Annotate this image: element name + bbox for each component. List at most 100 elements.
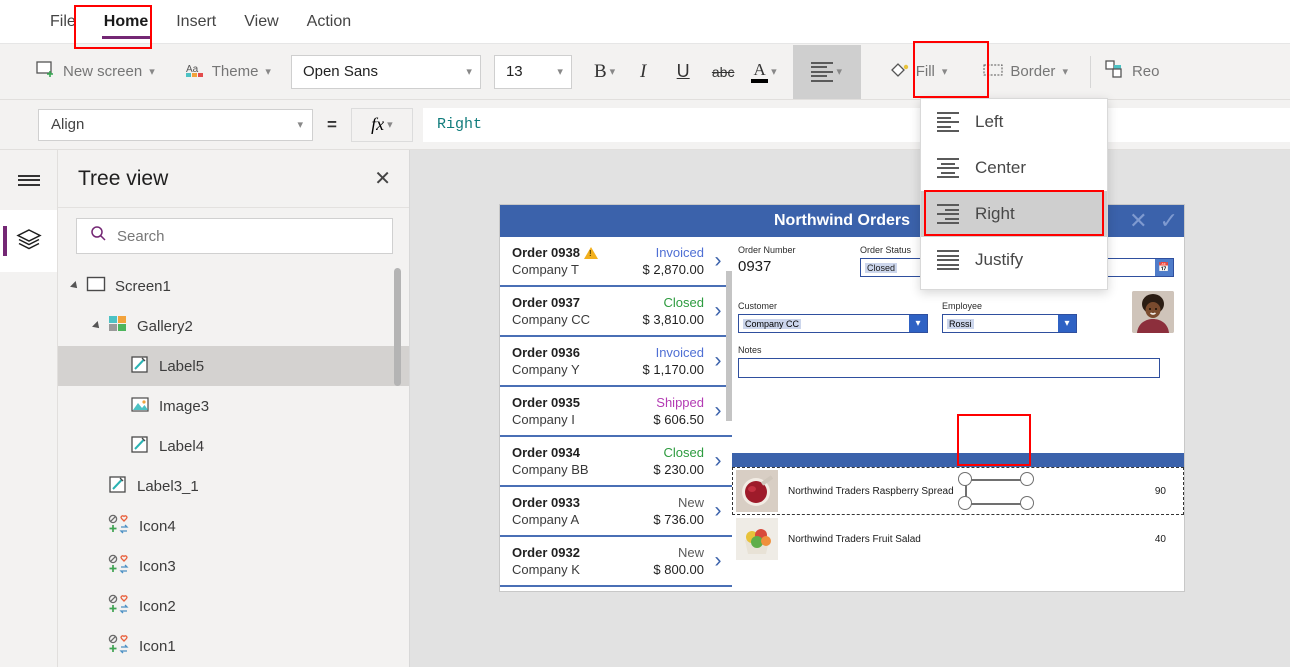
table-row[interactable]: Order 0935 Company I Shipped $ 606.50 › xyxy=(500,387,732,437)
font-color-button[interactable]: A ▾ xyxy=(743,52,785,92)
notes-input[interactable] xyxy=(738,358,1160,378)
chevron-right-icon[interactable]: › xyxy=(708,449,728,473)
align-option-left[interactable]: Left xyxy=(921,99,1107,145)
tree-node-image3[interactable]: Image3 xyxy=(58,386,409,426)
property-select[interactable]: Align ▾ xyxy=(38,108,313,141)
product-gallery-header xyxy=(732,453,1184,467)
calendar-icon[interactable]: 📅 xyxy=(1155,259,1173,276)
strikethrough-button[interactable]: abc xyxy=(703,52,743,92)
tree-view-rail-button[interactable] xyxy=(0,210,57,272)
table-row[interactable]: Order 0934 Company BB Closed $ 230.00 › xyxy=(500,437,732,487)
product-image xyxy=(736,470,778,512)
confirm-icon[interactable]: ✓ xyxy=(1160,210,1178,232)
resize-handle-bottom-left[interactable] xyxy=(958,496,972,510)
table-row[interactable]: Order 0933 Company A New $ 736.00 › xyxy=(500,487,732,537)
fx-button[interactable]: fx ▾ xyxy=(350,107,413,142)
fill-label: Fill xyxy=(915,63,935,80)
chevron-down-icon: ▾ xyxy=(1062,66,1068,78)
order-number: Order 0937 xyxy=(512,295,580,310)
text-align-button[interactable]: ▾ xyxy=(792,44,861,99)
tree-node-gallery2[interactable]: Gallery2 xyxy=(58,306,409,346)
chevron-right-icon[interactable]: › xyxy=(708,349,728,373)
new-screen-button[interactable]: New screen ▾ xyxy=(26,50,165,94)
tree-scrollbar-track[interactable] xyxy=(394,266,405,666)
theme-label: Theme xyxy=(211,63,259,80)
menu-item-insert[interactable]: Insert xyxy=(162,1,230,43)
align-option-right[interactable]: Right xyxy=(921,191,1107,237)
theme-icon: Aa xyxy=(185,61,205,83)
font-size-select[interactable]: 13 ▾ xyxy=(493,54,572,89)
resize-handle-bottom-right[interactable] xyxy=(1020,496,1034,510)
chevron-down-icon[interactable]: ▾ xyxy=(1058,315,1076,332)
align-option-center[interactable]: Center xyxy=(921,145,1107,191)
font-family-select[interactable]: Open Sans ▾ xyxy=(290,54,481,89)
order-company: Company I xyxy=(512,412,575,427)
list-item[interactable]: Northwind Traders Fruit Salad 40 xyxy=(732,515,1184,563)
employee-value: Rossi xyxy=(947,318,974,329)
tree-node-icon3[interactable]: Icon3 xyxy=(58,546,409,586)
customer-dropdown[interactable]: Company CC ▾ xyxy=(738,314,928,333)
order-amount: $ 800.00 xyxy=(653,562,704,577)
table-row[interactable]: Order 0936 Company Y Invoiced $ 1,170.00… xyxy=(500,337,732,387)
chevron-down-icon[interactable]: ▾ xyxy=(909,315,927,332)
order-number: Order 0932 xyxy=(512,545,580,560)
order-number-label: Order Number xyxy=(738,245,796,255)
chevron-right-icon[interactable]: › xyxy=(708,399,728,423)
order-amount: $ 2,870.00 xyxy=(642,262,704,277)
chevron-right-icon[interactable]: › xyxy=(708,549,728,573)
tree-node-icon1[interactable]: Icon1 xyxy=(58,626,409,666)
chevron-right-icon[interactable]: › xyxy=(708,499,728,523)
employee-avatar xyxy=(1132,291,1174,333)
tree-node-label3-1[interactable]: Label3_1 xyxy=(58,466,409,506)
border-label: Border xyxy=(1010,63,1056,80)
list-item[interactable]: Northwind Traders Raspberry Spread 90 xyxy=(732,467,1184,515)
search-placeholder: Search xyxy=(117,227,165,245)
menu-item-view[interactable]: View xyxy=(230,1,292,43)
tree-scrollbar-thumb[interactable] xyxy=(394,268,401,386)
property-value: Align xyxy=(51,116,85,133)
employee-dropdown[interactable]: Rossi ▾ xyxy=(942,314,1077,333)
hamburger-menu-button[interactable] xyxy=(0,150,57,210)
order-number: Order 0936 xyxy=(512,345,580,360)
expand-caret-icon[interactable] xyxy=(70,281,80,291)
table-row[interactable]: Order 0938 Company T Invoiced $ 2,870.00… xyxy=(500,237,732,287)
border-button[interactable]: Border ▾ xyxy=(973,50,1078,94)
chevron-down-icon: ▾ xyxy=(149,66,155,78)
align-option-label: Center xyxy=(975,158,1027,177)
tree-node-screen1[interactable]: Screen1 xyxy=(58,266,409,306)
order-amount: $ 606.50 xyxy=(653,412,704,427)
selection-handles[interactable] xyxy=(954,469,1038,513)
italic-button[interactable]: I xyxy=(623,52,663,92)
bold-button[interactable]: B ▾ xyxy=(586,52,623,92)
tree-node-icon2[interactable]: Icon2 xyxy=(58,586,409,626)
table-row[interactable]: Order 0932 Company K New $ 800.00 › xyxy=(500,537,732,587)
close-icon[interactable]: ✕ xyxy=(374,166,391,191)
underline-button[interactable]: U xyxy=(663,52,703,92)
menu-item-action[interactable]: Action xyxy=(293,1,365,43)
menu-item-file[interactable]: File xyxy=(36,1,90,43)
formula-input[interactable]: Right xyxy=(422,107,1290,142)
expand-caret-icon[interactable] xyxy=(92,321,102,331)
resize-handle-top-left[interactable] xyxy=(958,472,972,486)
search-input[interactable]: Search xyxy=(76,218,393,254)
align-left-icon xyxy=(937,112,959,132)
cancel-icon[interactable]: ✕ xyxy=(1129,210,1147,232)
tree-node-icon4[interactable]: Icon4 xyxy=(58,506,409,546)
chevron-right-icon[interactable]: › xyxy=(708,249,728,273)
table-row[interactable]: Order 0937 Company CC Closed $ 3,810.00 … xyxy=(500,287,732,337)
tree-node-label4[interactable]: Label4 xyxy=(58,426,409,466)
selection-line xyxy=(965,503,1027,505)
font-size-value: 13 xyxy=(505,63,523,80)
theme-button[interactable]: Aa Theme ▾ xyxy=(175,50,281,94)
reorder-button[interactable]: Reo xyxy=(1095,50,1170,94)
resize-handle-top-right[interactable] xyxy=(1020,472,1034,486)
chevron-right-icon[interactable]: › xyxy=(708,299,728,323)
tree-node-label5[interactable]: Label5 xyxy=(58,346,409,386)
font-color-icon: A xyxy=(751,61,769,83)
align-option-justify[interactable]: Justify xyxy=(921,237,1107,283)
customer-label: Customer xyxy=(738,301,778,311)
image-icon xyxy=(130,395,150,418)
order-list-gallery[interactable]: Order 0938 Company T Invoiced $ 2,870.00… xyxy=(500,237,732,591)
fill-button[interactable]: Fill ▾ xyxy=(879,50,958,94)
menu-item-home[interactable]: Home xyxy=(90,1,162,43)
